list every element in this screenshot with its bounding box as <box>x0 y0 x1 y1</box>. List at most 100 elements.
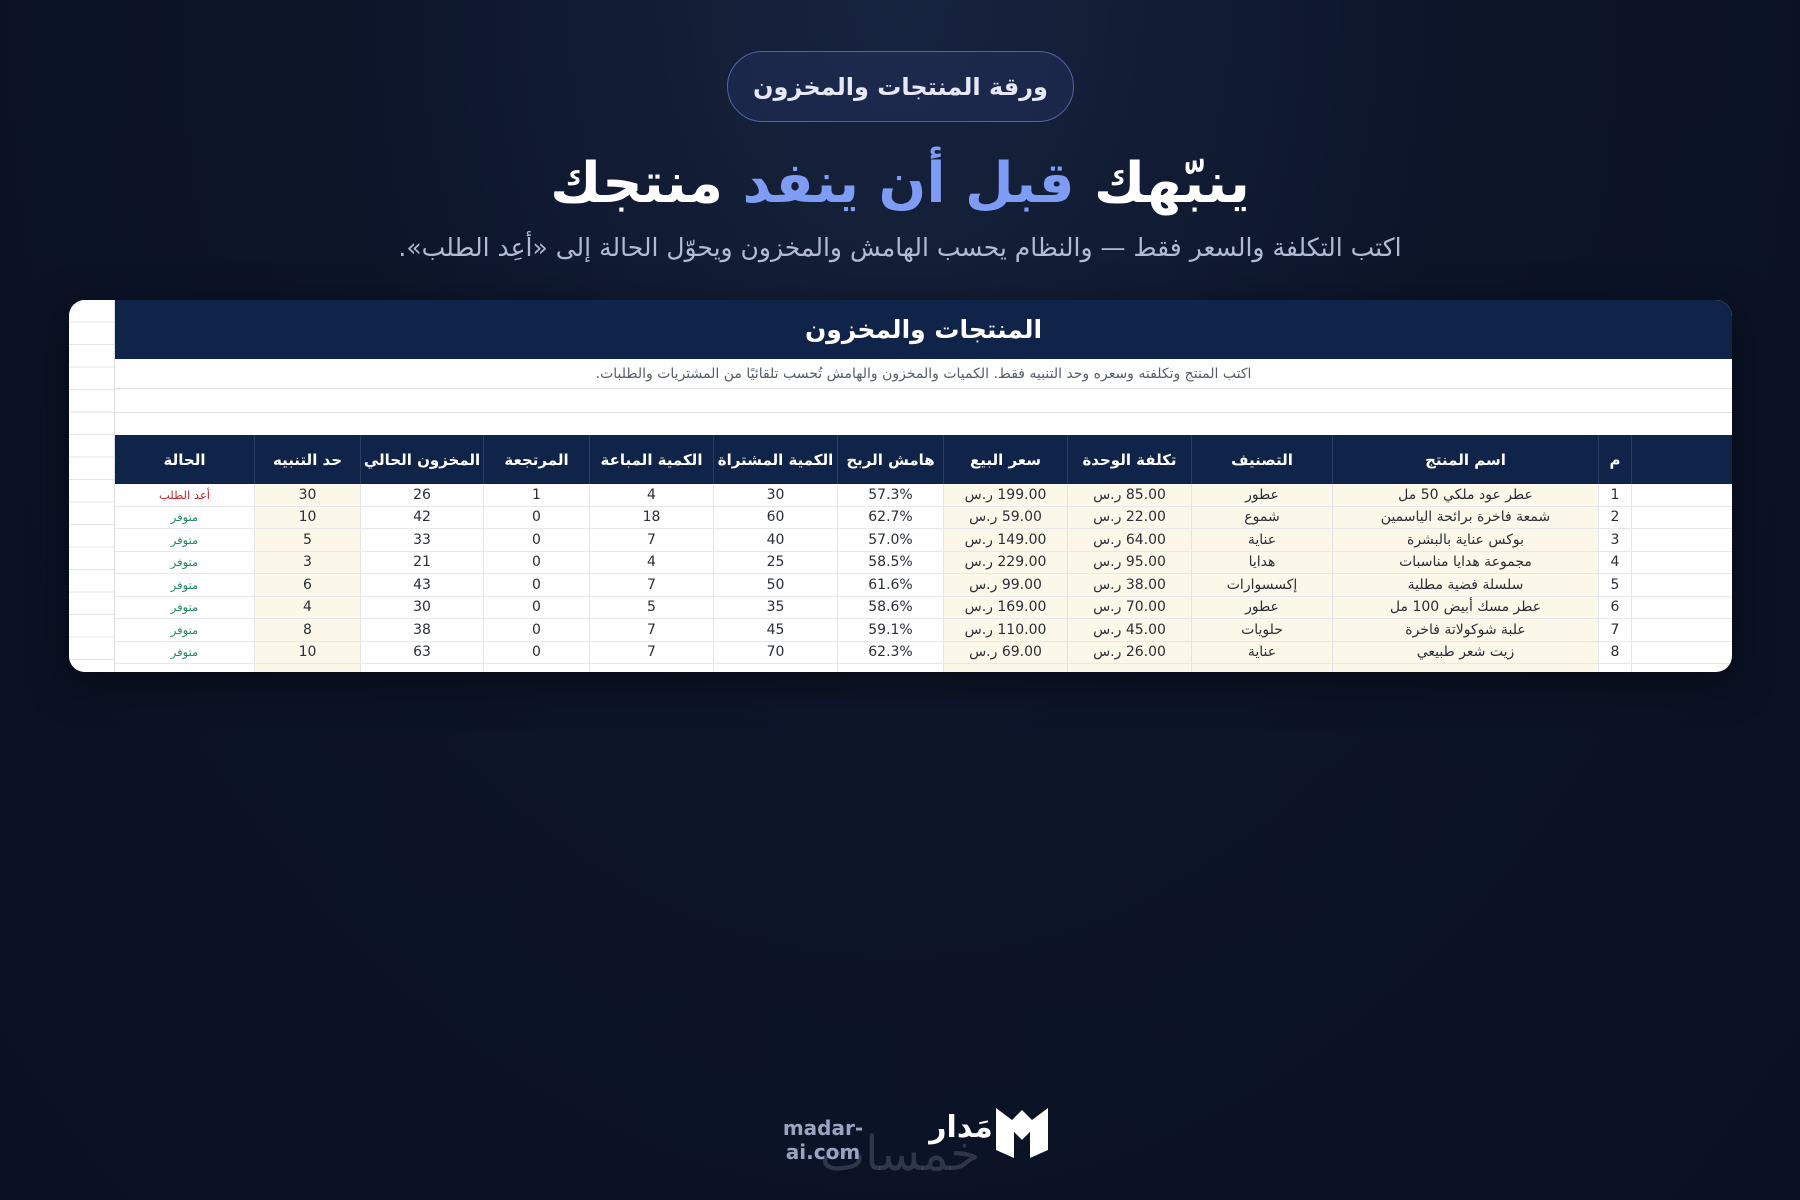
column-header-name[interactable]: اسم المنتج <box>1333 435 1599 484</box>
sheet-title[interactable]: المنتجات والمخزون <box>115 300 1732 359</box>
cell-idx[interactable]: 3 <box>1599 529 1632 551</box>
cell-margin[interactable]: 58.6% <box>838 596 944 618</box>
cell-cost[interactable]: 22.00 ر.س <box>1068 506 1192 528</box>
cell-empty[interactable] <box>255 664 361 672</box>
cell-stock[interactable]: 42 <box>361 506 484 528</box>
cell-stock[interactable]: 30 <box>361 596 484 618</box>
cell-bought[interactable]: 70 <box>714 641 838 663</box>
cell-idx[interactable]: 2 <box>1599 506 1632 528</box>
column-header-bought[interactable]: الكمية المشتراة <box>714 435 838 484</box>
cell-empty[interactable] <box>714 664 838 672</box>
table-row[interactable]: متوفر 10 42 0 18 60 62.7% 59.00 ر.س 22.00 ر.س شمو… <box>115 506 1732 529</box>
cell-status[interactable]: أعد الطلب <box>115 484 255 506</box>
cell-margin[interactable]: 57.0% <box>838 529 944 551</box>
cell-stock[interactable]: 26 <box>361 484 484 506</box>
cell-bought[interactable]: 30 <box>714 484 838 506</box>
cell-sold[interactable]: 7 <box>590 619 714 641</box>
cell-returned[interactable]: 0 <box>484 529 590 551</box>
cell-status[interactable]: متوفر <box>115 551 255 573</box>
cell-price[interactable]: 149.00 ر.س <box>944 529 1068 551</box>
cell-margin[interactable]: 59.1% <box>838 619 944 641</box>
cell-cost[interactable]: 95.00 ر.س <box>1068 551 1192 573</box>
cell-empty[interactable] <box>944 664 1068 672</box>
cell-stock[interactable]: 21 <box>361 551 484 573</box>
cell-price[interactable]: 99.00 ر.س <box>944 574 1068 596</box>
column-header-price[interactable]: سعر البيع <box>944 435 1068 484</box>
cell-status[interactable]: متوفر <box>115 506 255 528</box>
cell-category[interactable]: عناية <box>1192 529 1333 551</box>
cell-empty[interactable] <box>1333 664 1599 672</box>
cell-margin[interactable]: 62.7% <box>838 506 944 528</box>
cell-stock[interactable]: 63 <box>361 641 484 663</box>
cell-bought[interactable]: 45 <box>714 619 838 641</box>
cell-cost[interactable]: 70.00 ر.س <box>1068 596 1192 618</box>
column-header-cost[interactable]: تكلفة الوحدة <box>1068 435 1192 484</box>
cell-returned[interactable]: 0 <box>484 551 590 573</box>
column-header-category[interactable]: التصنيف <box>1192 435 1333 484</box>
cell-alert[interactable]: 10 <box>255 506 361 528</box>
cell-status[interactable]: متوفر <box>115 529 255 551</box>
cell-category[interactable]: إكسسوارات <box>1192 574 1333 596</box>
cell-empty[interactable] <box>361 664 484 672</box>
cell-alert[interactable]: 3 <box>255 551 361 573</box>
cell-empty[interactable] <box>1068 664 1192 672</box>
column-header-alert[interactable]: حد التنبيه <box>255 435 361 484</box>
cell-price[interactable]: 110.00 ر.س <box>944 619 1068 641</box>
cell-stock[interactable]: 38 <box>361 619 484 641</box>
cell-name[interactable]: مجموعة هدايا مناسبات <box>1333 551 1599 573</box>
cell-returned[interactable]: 0 <box>484 641 590 663</box>
column-header-stock[interactable]: المخزون الحالي <box>361 435 484 484</box>
column-header-returned[interactable]: المرتجعة <box>484 435 590 484</box>
cell-margin[interactable]: 61.6% <box>838 574 944 596</box>
cell-sold[interactable]: 7 <box>590 574 714 596</box>
column-header-idx[interactable]: م <box>1599 435 1632 484</box>
cell-cost[interactable]: 26.00 ر.س <box>1068 641 1192 663</box>
cell-returned[interactable]: 0 <box>484 506 590 528</box>
cell-returned[interactable]: 0 <box>484 619 590 641</box>
cell-price[interactable]: 169.00 ر.س <box>944 596 1068 618</box>
cell-returned[interactable]: 0 <box>484 574 590 596</box>
cell-alert[interactable]: 10 <box>255 641 361 663</box>
blank-row[interactable] <box>115 413 1732 436</box>
cell-name[interactable]: عطر مسك أبيض 100 مل <box>1333 596 1599 618</box>
cell-sold[interactable]: 4 <box>590 484 714 506</box>
cell-stock[interactable]: 33 <box>361 529 484 551</box>
cell-sold[interactable]: 18 <box>590 506 714 528</box>
table-row[interactable]: متوفر 3 21 0 4 25 58.5% 229.00 ر.س 95.00 ر.س هداي… <box>115 551 1732 574</box>
cell-name[interactable]: شمعة فاخرة برائحة الياسمين <box>1333 506 1599 528</box>
cell-category[interactable]: هدايا <box>1192 551 1333 573</box>
cell-margin[interactable]: 58.5% <box>838 551 944 573</box>
cell-status[interactable]: متوفر <box>115 574 255 596</box>
cell-cost[interactable]: 85.00 ر.س <box>1068 484 1192 506</box>
cell-bought[interactable]: 40 <box>714 529 838 551</box>
column-header-status[interactable]: الحالة <box>115 435 255 484</box>
cell-category[interactable]: عطور <box>1192 596 1333 618</box>
cell-empty[interactable] <box>838 664 944 672</box>
cell-cost[interactable]: 38.00 ر.س <box>1068 574 1192 596</box>
cell-name[interactable]: علبة شوكولاتة فاخرة <box>1333 619 1599 641</box>
table-row[interactable]: متوفر 4 30 0 5 35 58.6% 169.00 ر.س 70.00 ر.س عطور… <box>115 596 1732 619</box>
blank-row[interactable] <box>115 390 1732 413</box>
cell-price[interactable]: 199.00 ر.س <box>944 484 1068 506</box>
cell-category[interactable]: شموع <box>1192 506 1333 528</box>
table-row[interactable]: متوفر 5 33 0 7 40 57.0% 149.00 ر.س 64.00 ر.س عناي… <box>115 529 1732 552</box>
cell-price[interactable]: 229.00 ر.س <box>944 551 1068 573</box>
column-header-sold[interactable]: الكمية المباعة <box>590 435 714 484</box>
cell-bought[interactable]: 25 <box>714 551 838 573</box>
cell-category[interactable]: حلويات <box>1192 619 1333 641</box>
cell-category[interactable]: عناية <box>1192 641 1333 663</box>
cell-alert[interactable]: 5 <box>255 529 361 551</box>
cell-price[interactable]: 59.00 ر.س <box>944 506 1068 528</box>
cell-returned[interactable]: 0 <box>484 596 590 618</box>
cell-empty[interactable] <box>1599 664 1632 672</box>
cell-price[interactable]: 69.00 ر.س <box>944 641 1068 663</box>
cell-margin[interactable]: 62.3% <box>838 641 944 663</box>
cell-alert[interactable]: 4 <box>255 596 361 618</box>
cell-sold[interactable]: 7 <box>590 641 714 663</box>
cell-idx[interactable]: 8 <box>1599 641 1632 663</box>
cell-idx[interactable]: 1 <box>1599 484 1632 506</box>
cell-sold[interactable]: 5 <box>590 596 714 618</box>
cell-name[interactable]: عطر عود ملكي 50 مل <box>1333 484 1599 506</box>
site-link[interactable]: madar-ai.com <box>748 1116 898 1164</box>
cell-alert[interactable]: 8 <box>255 619 361 641</box>
